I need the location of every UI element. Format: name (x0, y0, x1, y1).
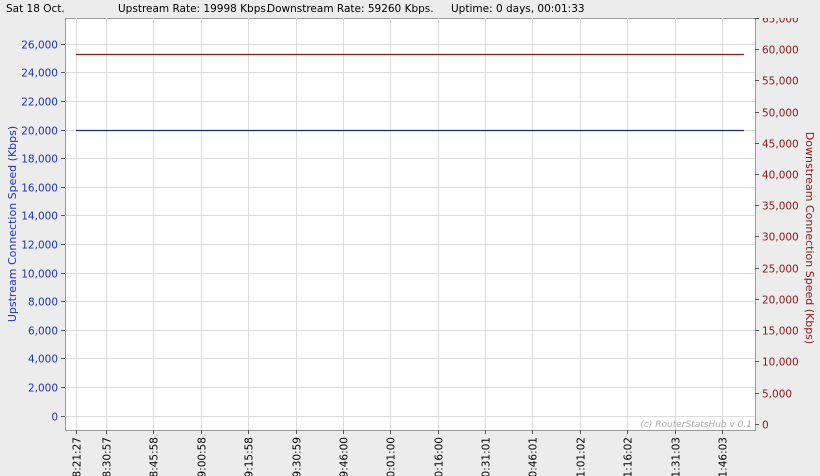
right-tick-label: 35,000 (762, 201, 799, 213)
right-tick-label: 55,000 (762, 76, 799, 88)
left-tick-label: 22,000 (21, 97, 58, 109)
status-header: Sat 18 Oct. Upstream Rate: 19998 Kbps. D… (0, 0, 820, 18)
right-tick-label: 40,000 (762, 170, 799, 182)
x-tick-label: 09:30:59 (292, 437, 304, 476)
right-tick-label: 25,000 (762, 264, 799, 276)
right-axis-title: Downstream Connection Speed (Kbps) (803, 132, 816, 344)
left-tick-label: 0 (51, 412, 58, 424)
x-tick-label: 08:30:57 (102, 437, 114, 476)
left-tick-label: 12,000 (21, 240, 58, 252)
right-tick-label: 5,000 (762, 389, 792, 401)
x-tick-label: 10:46:01 (528, 437, 540, 476)
x-tick-label: 11:16:02 (623, 437, 635, 476)
right-tick-label: 60,000 (762, 45, 799, 57)
right-tick-label: 10,000 (762, 357, 799, 369)
left-tick-label: 24,000 (21, 68, 58, 80)
x-tick-label: 09:00:58 (197, 437, 209, 476)
plot-area (65, 18, 756, 431)
right-tick-label: 65,000 (762, 18, 799, 26)
x-tick-label: 10:31:01 (481, 437, 493, 476)
x-tick-label: 08:45:58 (149, 437, 161, 476)
x-tick-label: 09:15:58 (244, 437, 256, 476)
x-tick-label: 10:01:00 (386, 437, 398, 476)
left-tick-label: 16,000 (21, 183, 58, 195)
left-tick-label: 18,000 (21, 154, 58, 166)
left-tick-label: 10,000 (21, 269, 58, 281)
uptime-label: Uptime: 0 days, 00:01:33 (451, 3, 585, 15)
left-tick-label: 4,000 (28, 354, 58, 366)
right-tick-label: 50,000 (762, 108, 799, 120)
watermark-text: (c) RouterStatsHub v 0.1 (640, 420, 752, 430)
x-tick-label: 11:01:02 (576, 437, 588, 476)
right-tick-label: 45,000 (762, 139, 799, 151)
right-tick-label: 15,000 (762, 326, 799, 338)
left-tick-label: 14,000 (21, 211, 58, 223)
x-tick-label: 11:31:03 (671, 437, 683, 476)
x-tick-label: 09:46:00 (339, 437, 351, 476)
connection-speed-chart: 0 2,000 4,000 6,000 8,000 10,000 12,000 14,000 1… (0, 18, 820, 476)
right-tick-label: 20,000 (762, 295, 799, 307)
left-tick-label: 8,000 (28, 297, 58, 309)
left-tick-label: 6,000 (28, 326, 58, 338)
x-tick-label: 11:46:03 (718, 437, 730, 476)
x-tick-label: 08:21:27 (72, 437, 84, 476)
left-tick-label: 20,000 (21, 126, 58, 138)
right-tick-label: 0 (762, 420, 769, 432)
downstream-rate-label: Downstream Rate: 59260 Kbps. (267, 3, 434, 15)
date-label: Sat 18 Oct. (6, 3, 65, 15)
left-axis-title: Upstream Connection Speed (Kbps) (6, 126, 19, 322)
right-tick-label: 30,000 (762, 232, 799, 244)
upstream-rate-label: Upstream Rate: 19998 Kbps. (118, 3, 270, 15)
left-tick-label: 26,000 (21, 40, 58, 52)
left-tick-label: 2,000 (28, 383, 58, 395)
x-tick-label: 10:16:00 (434, 437, 446, 476)
